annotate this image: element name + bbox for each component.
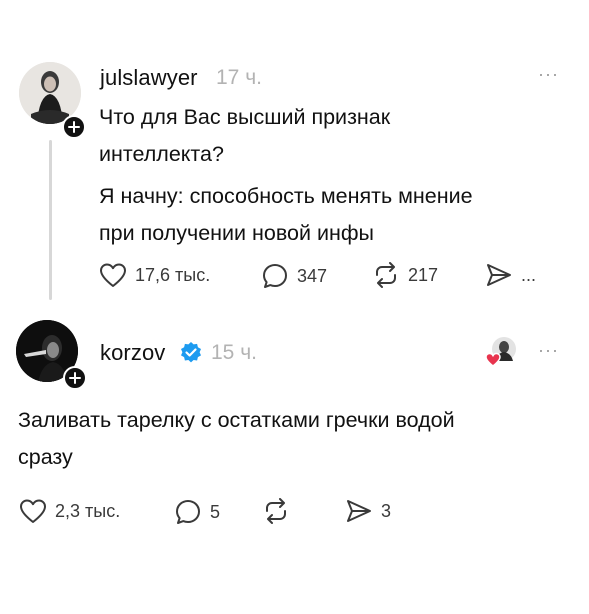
reply-count: 347: [297, 265, 328, 286]
share-button[interactable]: ...: [485, 262, 536, 288]
reply-count: 5: [210, 501, 221, 522]
post-text: Что для Вас высший признак интеллекта? Я…: [99, 99, 559, 252]
comment-icon: [263, 264, 287, 288]
post-text-line: интеллекта?: [99, 142, 224, 166]
post-text: Заливать тарелку с остатками гречки водо…: [18, 402, 558, 476]
comment-icon: [176, 500, 200, 524]
share-button[interactable]: 3: [345, 498, 391, 524]
repost-count: 217: [408, 264, 439, 285]
like-button[interactable]: 17,6 тыс.: [99, 262, 210, 288]
repost-icon: [376, 262, 396, 288]
like-count: 17,6 тыс.: [135, 264, 211, 285]
reply-button[interactable]: 347: [261, 262, 327, 290]
like-button[interactable]: 2,3 тыс.: [19, 498, 120, 524]
username[interactable]: julslawyer: [100, 65, 198, 91]
thread-line: [49, 140, 52, 300]
post-time: 17 ч.: [216, 66, 262, 89]
liked-by-author-icon: [484, 335, 518, 369]
username[interactable]: korzov: [100, 340, 165, 366]
post-text-line: Что для Вас высший признак: [99, 105, 391, 129]
post-time: 15 ч.: [211, 341, 257, 364]
share-count: ...: [521, 264, 537, 285]
more-options-icon[interactable]: ···: [538, 64, 559, 85]
repost-button[interactable]: 217: [372, 262, 438, 288]
post-text-line: при получении новой инфы: [99, 221, 375, 245]
repost-icon: [266, 498, 286, 524]
threads-feed: julslawyer 17 ч. ··· Что для Вас высший …: [0, 0, 589, 614]
follow-plus-icon[interactable]: [62, 115, 86, 139]
post-text-line: Заливать тарелку с остатками гречки водо…: [18, 408, 455, 432]
post-text-line: сразу: [18, 445, 73, 469]
heart-icon: [20, 499, 46, 523]
post-text-line: Я начну: способность менять мнение: [99, 184, 473, 208]
like-count: 2,3 тыс.: [55, 500, 121, 521]
share-count: 3: [381, 500, 392, 521]
repost-button[interactable]: [262, 498, 298, 524]
heart-icon: [100, 263, 126, 287]
share-icon: [347, 500, 371, 522]
verified-badge-icon: [179, 341, 203, 365]
more-options-icon[interactable]: ···: [538, 340, 559, 361]
reply-button[interactable]: 5: [174, 498, 220, 526]
follow-plus-icon[interactable]: [63, 366, 87, 390]
share-icon: [487, 264, 511, 286]
